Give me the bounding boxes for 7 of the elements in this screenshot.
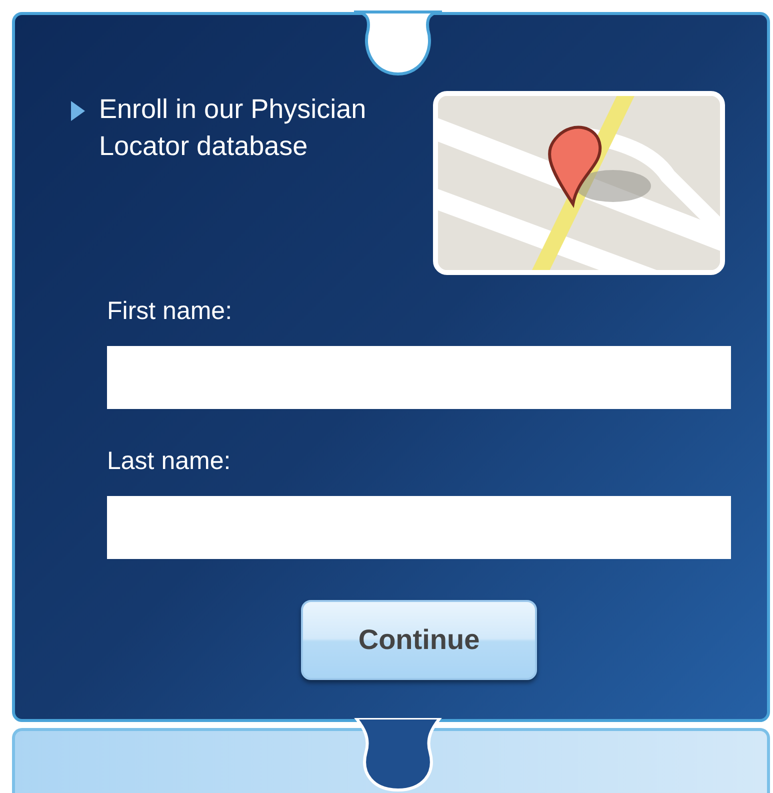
intro-text: Enroll in our Physician Locator database [99, 93, 368, 163]
field-label: First name: [107, 297, 234, 326]
input-field[interactable] [107, 496, 731, 559]
continue-button[interactable]: Continue [301, 600, 537, 680]
bullet-arrow-icon [71, 101, 85, 121]
field-label: Last name: [107, 447, 232, 476]
input-field[interactable] [107, 346, 731, 409]
